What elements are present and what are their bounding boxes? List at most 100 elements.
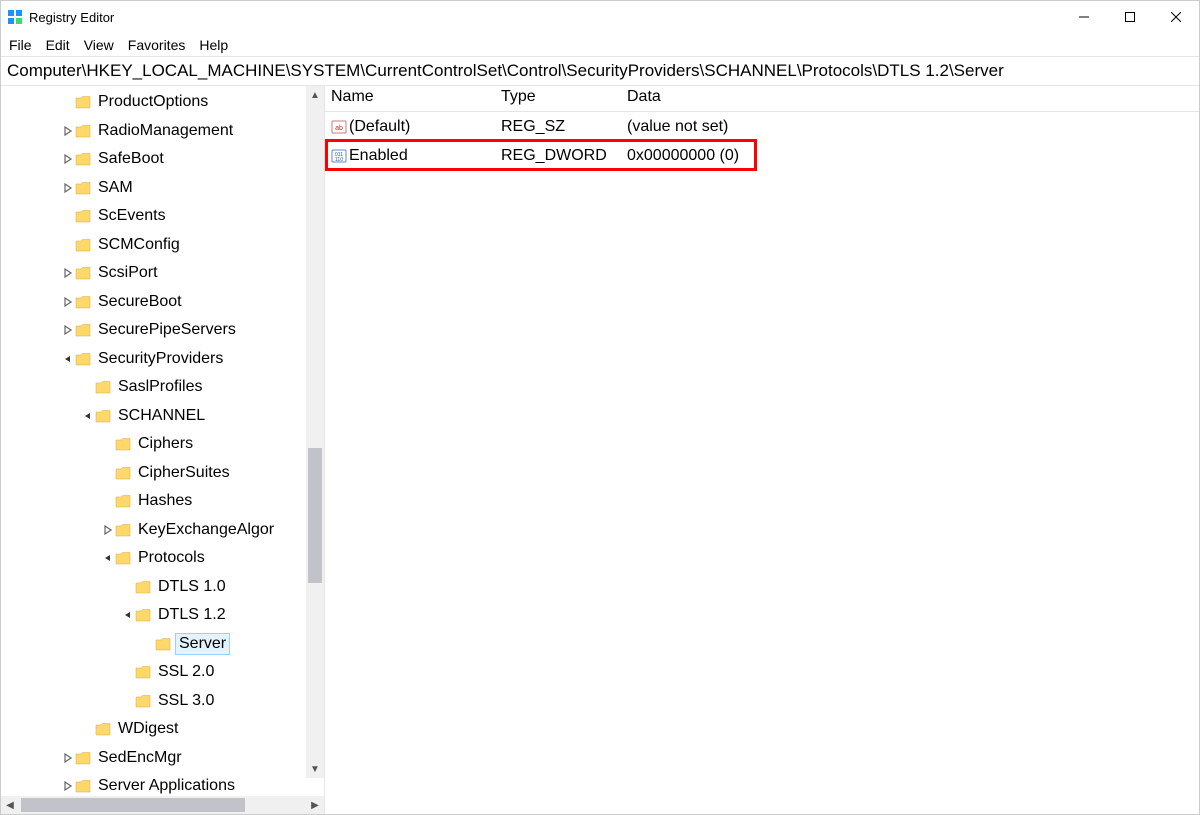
folder-icon [115,551,131,565]
tree-node-label[interactable]: SCMConfig [95,235,183,255]
tree-node-scmconfig[interactable]: SCMConfig [1,231,324,260]
folder-icon [115,494,131,508]
value-row--default-[interactable]: ab(Default)REG_SZ(value not set) [325,112,1199,141]
chevron-down-icon[interactable] [101,553,115,563]
tree-node-label[interactable]: DTLS 1.2 [155,605,229,625]
tree-node-label[interactable]: Server [175,633,230,655]
scroll-up-icon[interactable]: ▲ [306,86,324,104]
tree-node-saslprofiles[interactable]: SaslProfiles [1,373,324,402]
scroll-down-icon[interactable]: ▼ [306,760,324,778]
tree-node-ssl-3-0[interactable]: SSL 3.0 [1,687,324,716]
menu-view[interactable]: View [84,37,114,53]
menu-help[interactable]: Help [199,37,228,53]
tree-node-label[interactable]: ScsiPort [95,263,161,283]
tree-node-sedencmgr[interactable]: SedEncMgr [1,744,324,773]
chevron-right-icon[interactable] [61,126,75,136]
close-button[interactable] [1153,1,1199,33]
tree-node-securepipeservers[interactable]: SecurePipeServers [1,316,324,345]
chevron-right-icon[interactable] [61,297,75,307]
tree-node-dtls-1-0[interactable]: DTLS 1.0 [1,573,324,602]
chevron-right-icon[interactable] [101,525,115,535]
tree-node-ssl-2-0[interactable]: SSL 2.0 [1,658,324,687]
tree-node-server-applications[interactable]: Server Applications [1,772,324,796]
chevron-right-icon[interactable] [61,268,75,278]
tree-node-label[interactable]: SecureBoot [95,292,185,312]
minimize-button[interactable] [1061,1,1107,33]
tree-node-label[interactable]: CipherSuites [135,463,233,483]
chevron-right-icon[interactable] [61,183,75,193]
tree-node-label[interactable]: Server Applications [95,776,238,796]
chevron-down-icon[interactable] [81,411,95,421]
tree-node-radiomanagement[interactable]: RadioManagement [1,117,324,146]
scroll-thumb[interactable] [308,448,322,583]
tree-node-label[interactable]: DTLS 1.0 [155,577,229,597]
value-row-enabled[interactable]: 011110EnabledREG_DWORD0x00000000 (0) [325,141,1199,170]
tree-node-safeboot[interactable]: SafeBoot [1,145,324,174]
folder-icon [115,466,131,480]
chevron-down-icon[interactable] [61,354,75,364]
tree-node-label[interactable]: SaslProfiles [115,377,205,397]
tree-node-label[interactable]: SAM [95,178,136,198]
tree-node-securityproviders[interactable]: SecurityProviders [1,345,324,374]
folder-icon [75,152,91,166]
tree-node-label[interactable]: SecurityProviders [95,349,226,369]
tree-node-dtls-1-2[interactable]: DTLS 1.2 [1,601,324,630]
tree-node-keyexchangealgor[interactable]: KeyExchangeAlgor [1,516,324,545]
tree-node-label[interactable]: SCHANNEL [115,406,208,426]
folder-icon [75,751,91,765]
folder-icon [115,437,131,451]
chevron-down-icon[interactable] [121,610,135,620]
chevron-right-icon[interactable] [61,154,75,164]
address-bar[interactable]: Computer\HKEY_LOCAL_MACHINE\SYSTEM\Curre… [1,57,1199,86]
tree-node-label[interactable]: SafeBoot [95,149,167,169]
column-data[interactable]: Data [621,86,1199,111]
menu-favorites[interactable]: Favorites [128,37,186,53]
tree-vertical-scrollbar[interactable]: ▲ ▼ [306,86,324,778]
menubar: File Edit View Favorites Help [1,33,1199,57]
chevron-right-icon[interactable] [61,753,75,763]
chevron-right-icon[interactable] [61,781,75,791]
folder-icon [75,95,91,109]
folder-icon [135,694,151,708]
tree-node-scevents[interactable]: ScEvents [1,202,324,231]
tree-node-sam[interactable]: SAM [1,174,324,203]
tree-node-label[interactable]: SSL 3.0 [155,691,217,711]
folder-icon [155,637,171,651]
scroll-left-icon[interactable]: ◀ [1,796,19,814]
tree-node-label[interactable]: Protocols [135,548,208,568]
tree-node-label[interactable]: RadioManagement [95,121,236,141]
tree-node-ciphersuites[interactable]: CipherSuites [1,459,324,488]
column-name[interactable]: Name [325,86,495,111]
tree-node-label[interactable]: WDigest [115,719,181,739]
column-type[interactable]: Type [495,86,621,111]
tree-node-ciphers[interactable]: Ciphers [1,430,324,459]
tree-node-secureboot[interactable]: SecureBoot [1,288,324,317]
values-pane: Name Type Data ab(Default)REG_SZ(value n… [325,86,1199,814]
tree-node-server[interactable]: Server [1,630,324,659]
menu-edit[interactable]: Edit [46,37,70,53]
folder-icon [135,665,151,679]
tree-node-label[interactable]: SedEncMgr [95,748,185,768]
tree-node-hashes[interactable]: Hashes [1,487,324,516]
tree-node-protocols[interactable]: Protocols [1,544,324,573]
tree-node-label[interactable]: SecurePipeServers [95,320,239,340]
tree-node-schannel[interactable]: SCHANNEL [1,402,324,431]
list-header: Name Type Data [325,86,1199,112]
value-type: REG_DWORD [495,147,621,165]
maximize-button[interactable] [1107,1,1153,33]
chevron-right-icon[interactable] [61,325,75,335]
tree-node-scsiport[interactable]: ScsiPort [1,259,324,288]
tree-node-wdigest[interactable]: WDigest [1,715,324,744]
menu-file[interactable]: File [9,37,32,53]
tree-node-label[interactable]: ProductOptions [95,92,211,112]
tree-node-label[interactable]: Hashes [135,491,195,511]
svg-text:110: 110 [335,157,343,163]
tree-node-productoptions[interactable]: ProductOptions [1,88,324,117]
tree-node-label[interactable]: Ciphers [135,434,196,454]
tree-node-label[interactable]: SSL 2.0 [155,662,217,682]
scroll-thumb[interactable] [21,798,245,812]
tree-node-label[interactable]: ScEvents [95,206,169,226]
tree-horizontal-scrollbar[interactable]: ◀ ▶ [1,796,324,814]
scroll-right-icon[interactable]: ▶ [306,796,324,814]
tree-node-label[interactable]: KeyExchangeAlgor [135,520,277,540]
